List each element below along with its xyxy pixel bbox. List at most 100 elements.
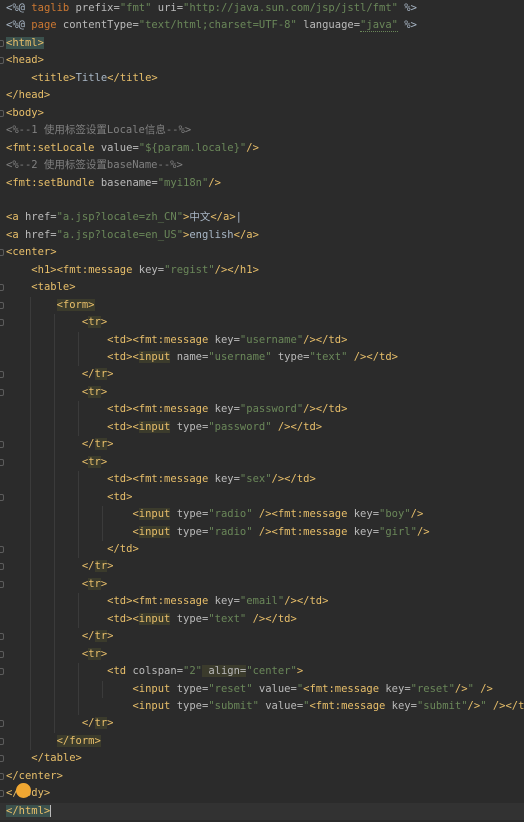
code-line[interactable]: </body>	[0, 785, 524, 802]
code-token: <td>	[107, 490, 133, 503]
code-line[interactable]: </tr>	[0, 628, 524, 645]
code-line[interactable]: <head>	[0, 52, 524, 69]
code-token: />	[473, 682, 500, 695]
code-line[interactable]: <td><input type="text" /></td>	[0, 611, 524, 628]
code-token: "radio"	[208, 525, 253, 538]
code-line[interactable]: <td><fmt:message key="username"/></td>	[0, 332, 524, 349]
code-token: <td><fmt:message	[107, 595, 209, 608]
code-line[interactable]: <%@ taglib prefix="fmt" uri="http://java…	[0, 0, 524, 17]
code-line[interactable]: <table>	[0, 279, 524, 296]
code-token: input	[138, 612, 171, 625]
code-line[interactable]: <%--1 使用标签设置Locale信息--%>	[0, 122, 524, 139]
code-line[interactable]: <td><fmt:message key="sex"/></td>	[0, 471, 524, 488]
code-line[interactable]: </td>	[0, 541, 524, 558]
code-text: <form>	[6, 297, 95, 314]
code-token: <form>	[56, 298, 95, 311]
code-token: </table>	[31, 752, 82, 765]
code-line[interactable]: </tr>	[0, 436, 524, 453]
code-line[interactable]: <tr>	[0, 454, 524, 471]
code-token: key=	[347, 525, 380, 538]
code-token: "a.jsp?locale=zh_CN"	[56, 211, 184, 224]
code-token: <input	[132, 700, 171, 712]
code-token: "reset"	[208, 682, 253, 695]
code-line[interactable]: <tr>	[0, 576, 524, 593]
code-text: <td><input type="text" /></td>	[6, 611, 297, 628]
code-line[interactable]: <a href="a.jsp?locale=en_US">english</a>	[0, 227, 524, 244]
code-line[interactable]: <title>Title</title>	[0, 70, 524, 87]
code-line[interactable]: <%@ page contentType="text/html;charset=…	[0, 17, 524, 34]
code-line[interactable]: <html>	[0, 35, 524, 52]
code-token: <table>	[31, 281, 76, 294]
code-text: <td><input name="username" type="text" /…	[6, 349, 398, 366]
code-line[interactable]: <tr>	[0, 314, 524, 331]
code-token: type=	[271, 351, 310, 363]
code-token: tr	[88, 455, 101, 468]
code-line[interactable]: </tr>	[0, 366, 524, 383]
code-token: input	[138, 420, 171, 433]
code-line[interactable]: <tr>	[0, 646, 524, 663]
code-token: type=	[170, 682, 209, 695]
code-line[interactable]: </form>	[0, 733, 524, 750]
code-line[interactable]: <td><input type="password" /></td>	[0, 419, 524, 436]
code-token: <%--2 使用标签设置baseName--%>	[6, 159, 183, 172]
code-token: <	[132, 508, 139, 521]
code-token: >	[100, 455, 108, 468]
code-line[interactable]: </html>	[0, 802, 524, 821]
code-line[interactable]: <body>	[0, 105, 524, 122]
code-line[interactable]: <tr>	[0, 384, 524, 401]
code-token: />	[454, 682, 468, 695]
code-line[interactable]: </table>	[0, 750, 524, 767]
code-line[interactable]: </center>	[0, 768, 524, 785]
code-editor[interactable]: <%@ taglib prefix="fmt" uri="http://java…	[0, 0, 524, 822]
code-token: tr	[94, 717, 108, 730]
code-line[interactable]: <h1><fmt:message key="regist"/></h1>	[0, 262, 524, 279]
code-token: /></td>	[271, 420, 323, 433]
code-line[interactable]: <fmt:setBundle basename="myi18n"/>	[0, 175, 524, 192]
code-line[interactable]: <td>	[0, 489, 524, 506]
code-token: </td>	[107, 542, 139, 555]
code-token: name=	[170, 351, 209, 363]
code-line[interactable]	[0, 192, 524, 209]
code-line[interactable]: <input type="radio" /><fmt:message key="…	[0, 524, 524, 541]
code-line[interactable]: <a href="a.jsp?locale=zh_CN">中文</a>|	[0, 209, 524, 226]
code-token: basename=	[94, 176, 158, 189]
code-text: <fmt:setBundle basename="myi18n"/>	[6, 175, 221, 192]
code-token: taglib	[31, 2, 70, 14]
breakpoint-icon[interactable]	[16, 783, 31, 798]
code-line[interactable]: </tr>	[0, 715, 524, 732]
code-token: <%@	[6, 19, 32, 32]
code-text: </tr>	[6, 715, 114, 732]
code-line[interactable]: </head>	[0, 87, 524, 104]
code-token: tr	[94, 630, 108, 643]
code-line[interactable]: <td><fmt:message key="password"/></td>	[0, 401, 524, 418]
code-token: <td><fmt:message	[107, 333, 209, 346]
code-token: /></td>	[246, 612, 297, 625]
code-token: >	[107, 630, 114, 643]
code-token: colspan=	[126, 665, 184, 678]
code-line[interactable]: </tr>	[0, 558, 524, 575]
code-line[interactable]: <td><input name="username" type="text" /…	[0, 349, 524, 366]
code-line[interactable]: <input type="radio" /><fmt:message key="…	[0, 506, 524, 523]
code-line[interactable]: <center>	[0, 244, 524, 261]
code-line[interactable]: <td colspan="2" align="center">	[0, 663, 524, 680]
code-token: <td><	[107, 420, 139, 433]
code-line[interactable]: <td><fmt:message key="email"/></td>	[0, 593, 524, 610]
code-token: <fmt:setBundle	[6, 176, 95, 189]
code-text: <td><fmt:message key="username"/></td>	[6, 332, 347, 349]
code-token: <fmt:message	[309, 700, 386, 712]
code-text: <%--1 使用标签设置Locale信息--%>	[6, 122, 191, 139]
code-token: /></td>	[271, 473, 316, 486]
code-line[interactable]: <fmt:setLocale value="${param.locale}"/>	[0, 140, 524, 157]
code-line[interactable]: <input type="submit" value="<fmt:message…	[0, 698, 524, 715]
code-token: </html>	[6, 804, 51, 817]
code-token: key=	[347, 508, 380, 521]
code-line[interactable]: <form>	[0, 297, 524, 314]
code-token: <html>	[6, 36, 44, 49]
code-line[interactable]: <%--2 使用标签设置baseName--%>	[0, 157, 524, 174]
code-text: <center>	[6, 244, 57, 261]
code-token: </form>	[56, 734, 101, 747]
code-line[interactable]: <input type="reset" value="<fmt:message …	[0, 681, 524, 698]
